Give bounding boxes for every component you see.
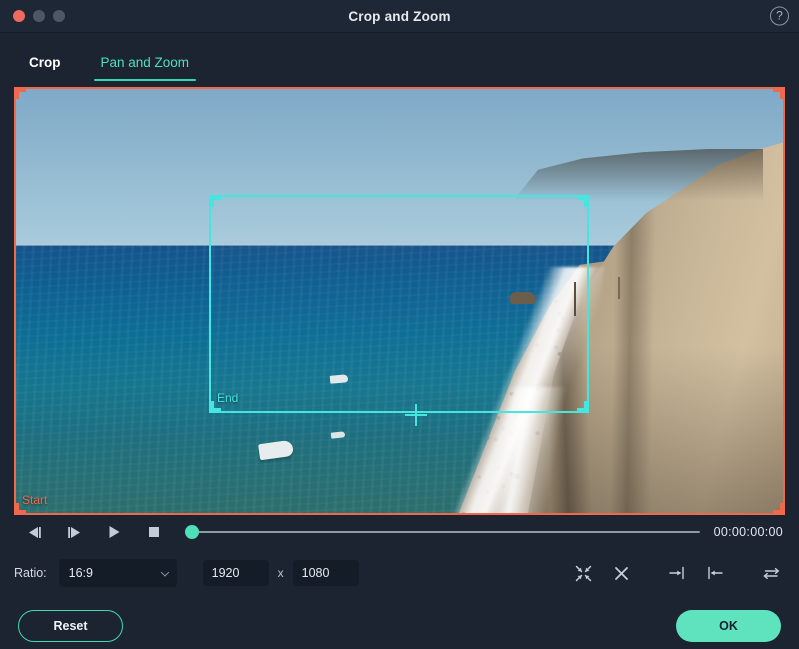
tab-crop[interactable]: Crop: [22, 55, 68, 81]
timecode-display: 00:00:00:00: [713, 525, 783, 539]
align-right-icon[interactable]: [663, 560, 691, 586]
playback-timeline-slider[interactable]: [182, 519, 700, 545]
ok-button[interactable]: OK: [676, 610, 781, 642]
reset-button[interactable]: Reset: [18, 610, 123, 642]
title-bar: Crop and Zoom ?: [0, 0, 799, 33]
cliff-post: [574, 282, 576, 316]
cliff-post-secondary: [618, 277, 620, 299]
maximize-window-button[interactable]: [53, 10, 65, 22]
tab-bar: Crop Pan and Zoom: [0, 33, 799, 81]
video-frame-image: [14, 87, 785, 515]
ratio-select[interactable]: 16:9: [58, 559, 177, 587]
cliff-rock: [510, 292, 536, 304]
height-input-value: 1080: [301, 566, 330, 580]
timeline-thumb[interactable]: [185, 525, 199, 539]
dialog-footer: Reset OK: [0, 597, 799, 649]
playback-controls: 00:00:00:00: [0, 515, 799, 549]
tab-pan-and-zoom[interactable]: Pan and Zoom: [93, 55, 197, 81]
align-left-icon[interactable]: [701, 560, 729, 586]
window-title: Crop and Zoom: [348, 8, 451, 24]
white-boat-small-upper: [329, 374, 349, 384]
ratio-select-value: 16:9: [68, 566, 93, 580]
help-icon[interactable]: ?: [770, 6, 789, 26]
ratio-label: Ratio:: [14, 566, 47, 580]
chevron-down-icon: [160, 568, 169, 577]
width-input[interactable]: 1920: [202, 560, 269, 586]
fit-inward-icon[interactable]: [569, 560, 597, 586]
video-preview[interactable]: Start End: [14, 87, 785, 515]
ratio-settings-row: Ratio: 16:9 1920 x 1080: [0, 549, 799, 597]
play-button[interactable]: [94, 519, 134, 545]
expand-outward-icon[interactable]: [607, 560, 635, 586]
width-input-value: 1920: [211, 566, 240, 580]
dimension-separator: x: [277, 566, 284, 580]
next-frame-button[interactable]: [54, 519, 94, 545]
minimize-window-button[interactable]: [33, 10, 45, 22]
close-window-button[interactable]: [13, 10, 25, 22]
previous-frame-button[interactable]: [14, 519, 54, 545]
swap-icon[interactable]: [757, 560, 785, 586]
timeline-track[interactable]: [192, 531, 700, 533]
height-input[interactable]: 1080: [292, 560, 359, 586]
traffic-lights: [0, 10, 65, 22]
shoreline-foam-lower: [444, 387, 594, 515]
stop-button[interactable]: [134, 519, 174, 545]
